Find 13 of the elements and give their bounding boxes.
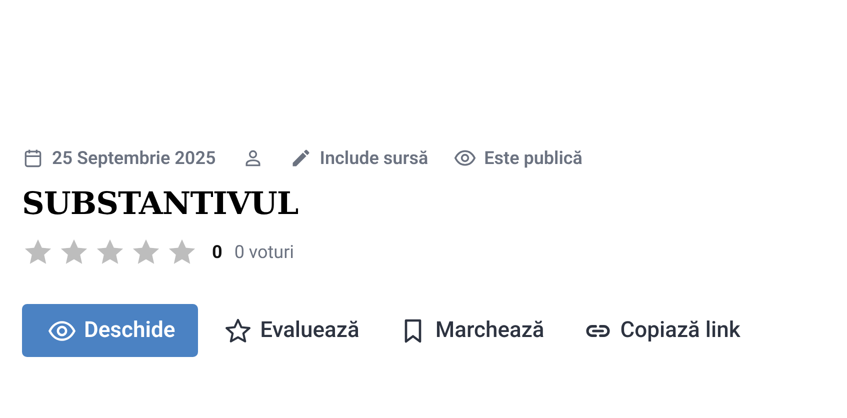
calendar-icon <box>22 147 44 169</box>
action-button[interactable]: Marchează <box>385 304 558 357</box>
meta-text: 25 Septembrie 2025 <box>52 148 216 168</box>
action-button[interactable]: Evaluează <box>210 304 374 357</box>
meta-text: Include sursă <box>320 148 428 168</box>
action-button[interactable]: Deschide <box>22 304 198 357</box>
action-button[interactable]: Copiază link <box>570 304 754 357</box>
page-title: SUBSTANTIVUL <box>22 185 300 224</box>
eye-icon <box>454 147 476 169</box>
vote-count: 0 voturi <box>234 242 294 262</box>
meta-text: Este publică <box>484 148 582 168</box>
rating-score: 0 <box>212 242 222 262</box>
star-icon <box>224 316 252 344</box>
